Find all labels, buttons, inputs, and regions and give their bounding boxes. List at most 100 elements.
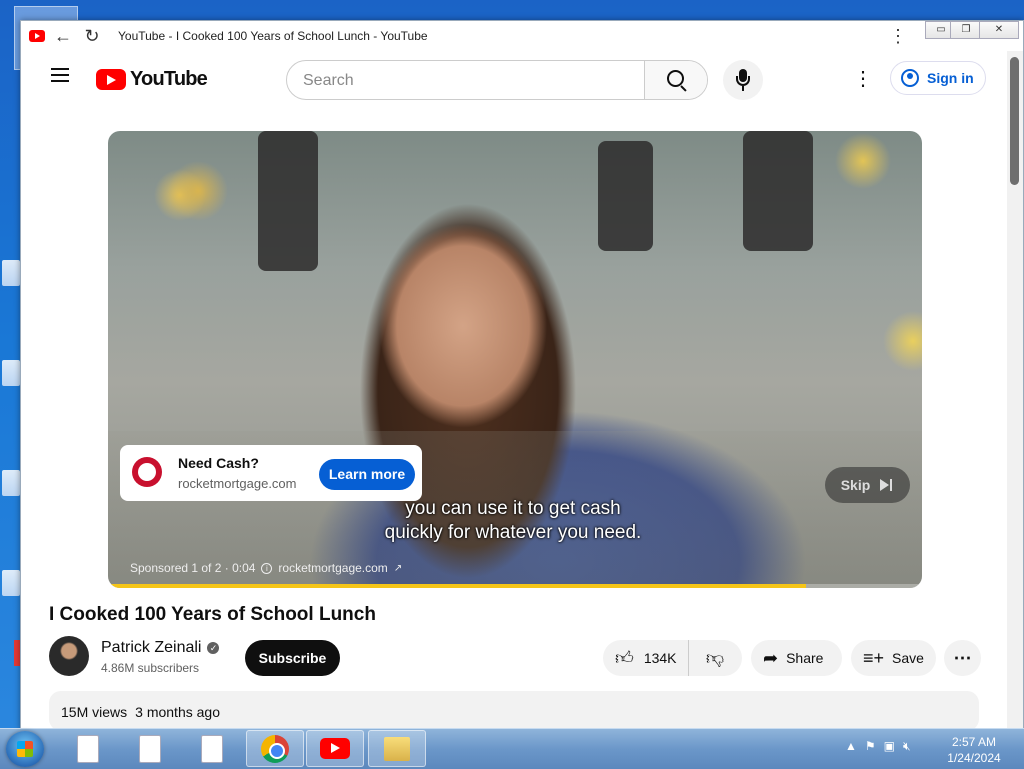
back-arrow-icon[interactable]: ← — [53, 26, 73, 46]
title-bar: ← ↻ YouTube - I Cooked 100 Years of Scho… — [21, 21, 1023, 51]
search-box — [286, 60, 708, 100]
desktop-icon[interactable] — [2, 360, 20, 386]
channel-avatar[interactable] — [49, 636, 89, 676]
desktop-icon[interactable] — [2, 260, 20, 286]
system-tray: ▲ ⚑ ▣ 🔇︎ — [845, 739, 911, 754]
reload-icon[interactable]: ↻ — [82, 26, 102, 46]
document-icon — [201, 734, 223, 763]
hamburger-menu-icon[interactable] — [51, 68, 69, 82]
skip-ad-button[interactable]: Skip — [825, 467, 910, 503]
skip-next-icon — [880, 478, 894, 492]
youtube-favicon-icon — [29, 30, 45, 42]
document-icon — [139, 734, 161, 763]
ad-title: Need Cash? — [178, 455, 259, 471]
taskbar-document[interactable] — [122, 730, 178, 767]
like-count: 134K — [643, 650, 677, 666]
microphone-icon-foot — [742, 86, 744, 91]
sponsored-label: Sponsored 1 of 2 · 0:04 — [130, 561, 256, 575]
skip-label: Skip — [840, 477, 871, 493]
settings-menu-icon[interactable]: ⋮ — [853, 67, 873, 91]
taskbar-file-explorer[interactable] — [368, 730, 426, 767]
thumbs-down-icon: 👎︎ — [705, 648, 725, 668]
caption-line-1: you can use it to get cash — [405, 498, 621, 519]
thumbs-up-icon: 👍︎ — [615, 648, 634, 668]
save-button[interactable]: ≡+ Save — [851, 640, 936, 676]
youtube-icon — [320, 738, 350, 759]
external-link-icon: ↗ — [393, 562, 403, 574]
action-center-icon[interactable]: ⚑ — [865, 739, 876, 754]
clock-time: 2:57 AM — [951, 735, 997, 749]
info-icon[interactable]: i — [261, 562, 273, 574]
verified-check-icon: ✓ — [207, 642, 220, 654]
share-button[interactable]: ➦ Share — [751, 640, 842, 676]
upload-age: 3 months ago — [135, 704, 220, 720]
show-hidden-icons-icon[interactable]: ▲ — [845, 739, 857, 754]
background-figure — [598, 141, 653, 251]
taskbar-clock[interactable]: 2:57 AM 1/24/2024 — [936, 734, 1012, 766]
document-icon — [77, 734, 99, 763]
youtube-header: YouTube ⋮ Sign in — [21, 51, 1006, 107]
advertiser-logo-icon — [132, 457, 162, 487]
ad-meta: Sponsored 1 of 2 · 0:04 i rocketmortgage… — [130, 561, 402, 575]
search-input[interactable] — [287, 61, 645, 99]
video-player[interactable]: Need Cash? rocketmortgage.com Learn more… — [108, 131, 922, 588]
sign-in-label: Sign in — [927, 70, 974, 86]
sign-in-button[interactable]: Sign in — [890, 61, 986, 95]
channel-name-row[interactable]: Patrick Zeinali ✓ — [101, 639, 220, 657]
close-button[interactable]: ✕ — [979, 21, 1019, 39]
voice-search-button[interactable] — [723, 60, 763, 100]
ad-domain: rocketmortgage.com — [178, 476, 297, 491]
taskbar-document[interactable] — [60, 730, 116, 767]
subscribe-button[interactable]: Subscribe — [245, 640, 340, 676]
background-figure — [743, 131, 813, 251]
chrome-icon — [261, 734, 289, 763]
ad-meta-domain[interactable]: rocketmortgage.com — [278, 561, 387, 575]
restore-button[interactable]: ❐ — [950, 21, 982, 39]
search-icon — [667, 70, 684, 87]
description-box[interactable]: 15M views 3 months ago — [49, 691, 979, 729]
microphone-icon-stand — [736, 76, 750, 86]
more-horizontal-icon: ⋯ — [953, 647, 972, 668]
windows-logo-icon — [17, 741, 33, 757]
youtube-play-icon — [96, 69, 126, 90]
youtube-logo[interactable]: YouTube — [96, 68, 208, 91]
video-title: I Cooked 100 Years of School Lunch — [49, 604, 376, 625]
like-dislike-group: 👍︎ 134K 👎︎ — [603, 640, 742, 676]
background-figure — [258, 131, 318, 271]
share-label: Share — [786, 650, 824, 666]
search-button[interactable] — [644, 61, 707, 99]
taskbar: ▲ ⚑ ▣ 🔇︎ 2:57 AM 1/24/2024 — [0, 728, 1024, 769]
save-label: Save — [892, 650, 924, 666]
channel-name[interactable]: Patrick Zeinali — [101, 639, 201, 657]
ad-progress-bar[interactable] — [108, 584, 922, 588]
taskbar-chrome[interactable] — [246, 730, 304, 767]
clock-date: 1/24/2024 — [947, 751, 1001, 765]
save-playlist-icon: ≡+ — [863, 647, 885, 668]
share-icon: ➦ — [763, 647, 779, 668]
browser-menu-icon[interactable]: ⋮ — [889, 26, 907, 47]
window-title: YouTube - I Cooked 100 Years of School L… — [118, 29, 428, 43]
learn-more-button[interactable]: Learn more — [319, 459, 415, 490]
page-scrollbar[interactable] — [1007, 51, 1023, 729]
ad-card[interactable]: Need Cash? rocketmortgage.com Learn more — [120, 445, 422, 501]
scrollbar-thumb[interactable] — [1010, 57, 1019, 185]
start-button[interactable] — [6, 731, 44, 767]
browser-window: ← ↻ YouTube - I Cooked 100 Years of Scho… — [20, 20, 1024, 730]
taskbar-document[interactable] — [184, 730, 240, 767]
view-count: 15M views — [61, 704, 128, 720]
desktop-icon[interactable] — [2, 570, 20, 596]
ad-progress-fill — [108, 584, 806, 588]
like-button[interactable]: 👍︎ 134K — [603, 640, 689, 676]
folder-icon — [384, 736, 410, 761]
desktop-icon[interactable] — [2, 470, 20, 496]
caption-line-2: quickly for whatever you need. — [384, 522, 642, 543]
more-actions-button[interactable]: ⋯ — [944, 640, 981, 676]
video-caption: you can use it to get cash quickly for w… — [288, 497, 738, 545]
volume-muted-icon[interactable]: 🔇︎ — [903, 739, 911, 754]
youtube-logo-text: YouTube — [130, 68, 208, 90]
subscriber-count: 4.86M subscribers — [101, 661, 200, 675]
taskbar-youtube[interactable] — [306, 730, 364, 767]
dislike-button[interactable]: 👎︎ — [689, 647, 741, 669]
network-icon[interactable]: ▣ — [884, 739, 895, 754]
video-stats: 15M views 3 months ago — [61, 704, 220, 720]
